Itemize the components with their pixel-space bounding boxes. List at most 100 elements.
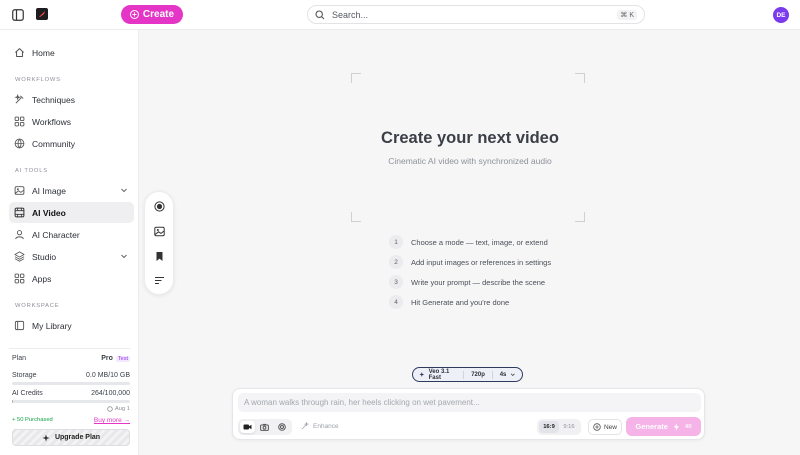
sparkle-icon [42, 434, 50, 441]
sidebar-item-ai-image[interactable]: AI Image [9, 180, 134, 201]
enhance-label: Enhance [313, 422, 339, 430]
new-button[interactable]: New [588, 419, 622, 435]
model-duration: 4s [499, 371, 507, 378]
sidebar-item-ai-video[interactable]: AI Video [9, 202, 134, 223]
aspect-ratio-toggle: 16:9 9:16 [537, 419, 581, 435]
target-icon [278, 423, 287, 431]
main-canvas: Create your next video Cinematic AI vide… [140, 30, 800, 455]
model-name: Veo 3.1 Fast [428, 368, 450, 381]
sidebar-item-label: Techniques [32, 94, 76, 105]
app-logo[interactable] [36, 8, 48, 20]
step-text: Choose a mode — text, image, or extend [411, 237, 548, 247]
sidebar-item-community[interactable]: Community [9, 133, 134, 154]
sidebar: Home WORKFLOWS Techniques Workflows Comm… [0, 30, 139, 455]
storage-progress-bar [12, 382, 130, 385]
step-number: 3 [389, 275, 403, 289]
sidebar-item-techniques[interactable]: Techniques [9, 89, 134, 110]
sort-lines-icon [155, 276, 164, 285]
sidebar-divider [9, 348, 130, 349]
step-text: Add input images or references in settin… [411, 257, 552, 267]
sidebar-item-apps[interactable]: Apps [9, 268, 134, 289]
step-item: 4 Hit Generate and you're done [389, 295, 509, 309]
ratio-16-9-button[interactable]: 16:9 [539, 421, 559, 433]
video-icon [14, 207, 25, 218]
buy-more-link[interactable]: Buy more → [94, 417, 130, 424]
user-avatar[interactable]: DE [773, 7, 789, 23]
refresh-icon [107, 406, 113, 412]
sidebar-item-label: AI Image [32, 185, 67, 196]
ratio-9-16-button[interactable]: 9:16 [559, 421, 579, 433]
search-shortcut-badge: ⌘ K [617, 9, 637, 20]
video-camera-icon [243, 424, 252, 430]
plan-test-badge: Test [115, 356, 130, 362]
model-selector[interactable]: Veo 3.1 Fast 720p 4s [412, 367, 523, 382]
search-input[interactable]: Search... [332, 10, 610, 20]
sidebar-item-studio[interactable]: Studio [9, 246, 134, 267]
create-button[interactable]: + Create [121, 5, 183, 24]
pill-separator [463, 370, 465, 379]
generate-button[interactable]: Generate 40 [626, 417, 701, 436]
sidebar-item-label: Home [32, 47, 55, 58]
sidebar-item-ai-character[interactable]: AI Character [9, 224, 134, 245]
image-icon [14, 186, 25, 195]
viewfinder-corner [575, 73, 585, 83]
plan-row: Plan Pro Test [12, 355, 130, 362]
library-icon [14, 320, 25, 331]
step-number: 4 [389, 295, 403, 309]
sidebar-item-label: Apps [32, 273, 52, 284]
record-icon [154, 201, 165, 212]
storage-value: 0.0 MB/10 GB [86, 372, 130, 379]
model-resolution: 720p [471, 371, 485, 378]
plus-icon: + [129, 10, 139, 19]
credits-row: AI Credits 264/100,000 [12, 390, 130, 397]
sidebar-item-label: AI Character [32, 229, 80, 240]
upgrade-label: Upgrade Plan [54, 434, 101, 441]
purchased-text: + 50 Purchased [12, 417, 53, 423]
step-number: 1 [389, 235, 403, 249]
chevron-down-icon [511, 373, 516, 377]
sidebar-item-workflows[interactable]: Workflows [9, 111, 134, 132]
purchase-row: + 50 Purchased Buy more → [12, 417, 130, 424]
community-icon [14, 138, 25, 149]
prompt-input[interactable] [238, 393, 701, 412]
plus-circle-icon [593, 423, 601, 431]
viewfinder-corner [351, 212, 361, 222]
generate-cost: 40 [684, 423, 692, 430]
storage-row: Storage 0.0 MB/10 GB [12, 372, 130, 379]
mode-video-button[interactable] [240, 421, 256, 433]
credits-progress-bar [12, 400, 130, 403]
plan-label: Plan [12, 355, 27, 362]
search-bar[interactable]: Search... ⌘ K [307, 5, 645, 24]
record-tool-button[interactable] [153, 200, 166, 213]
enhance-button[interactable]: Enhance [301, 422, 339, 430]
sidebar-item-label: Community [32, 138, 75, 149]
sidebar-item-home[interactable]: Home [9, 42, 134, 63]
sidebar-toggle-icon[interactable] [10, 7, 26, 23]
mode-toggle-group [238, 419, 292, 435]
studio-icon [14, 251, 25, 262]
techniques-icon [14, 94, 24, 104]
home-icon [15, 48, 24, 57]
renew-row: Aug 1 [12, 406, 130, 412]
mode-photo-button[interactable] [257, 421, 272, 433]
sort-tool-button[interactable] [153, 274, 166, 287]
mode-extend-button[interactable] [275, 421, 290, 433]
sidebar-item-my-library[interactable]: My Library [9, 315, 134, 336]
step-text: Write your prompt — describe the scene [411, 277, 546, 287]
bookmark-tool-button[interactable] [153, 250, 166, 263]
viewfinder-corner [575, 212, 585, 222]
storage-label: Storage [12, 372, 37, 379]
plan-name: Pro [101, 355, 113, 362]
image-tool-button[interactable] [153, 225, 166, 238]
lightning-icon [673, 422, 679, 431]
page-title: Create your next video [381, 129, 559, 147]
upgrade-plan-button[interactable]: Upgrade Plan [12, 429, 130, 446]
bookmark-icon [156, 252, 163, 261]
top-bar: + Create Search... ⌘ K DE [0, 0, 800, 30]
section-label-workspace: WORKSPACE [15, 303, 60, 309]
sidebar-item-label: Workflows [32, 116, 72, 127]
image-icon [154, 226, 165, 237]
step-item: 3 Write your prompt — describe the scene [389, 275, 545, 289]
credits-value: 264/100,000 [91, 390, 130, 397]
camera-icon [260, 423, 270, 431]
